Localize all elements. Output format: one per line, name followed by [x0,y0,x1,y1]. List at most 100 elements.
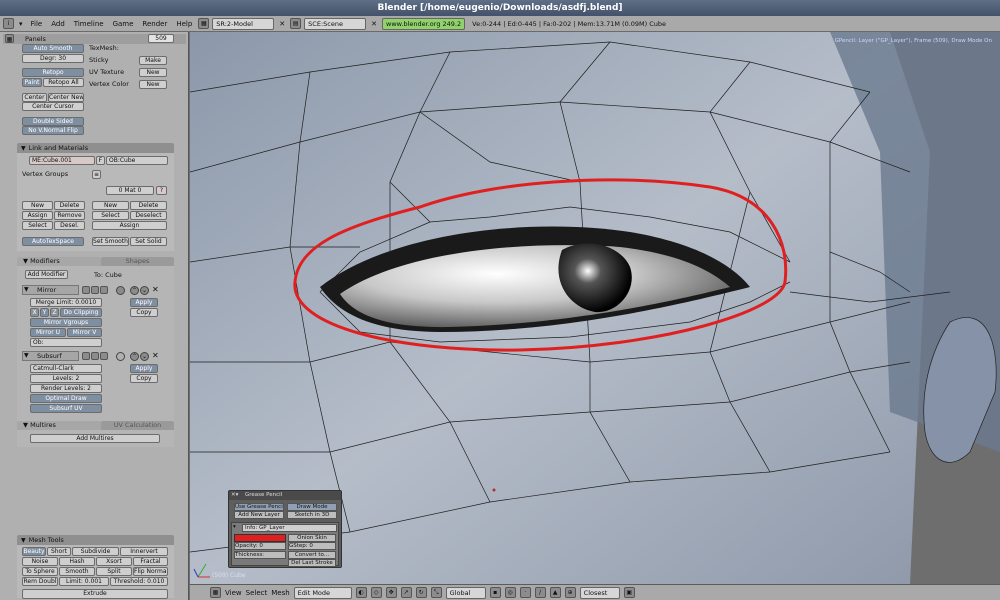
tab-multires[interactable]: ▼ Multires [17,421,101,430]
set-smooth-button[interactable]: Set Smooth [92,237,129,246]
subsurf-apply-button[interactable]: Apply [130,364,158,373]
info-icon[interactable]: i [3,18,14,29]
mirror-v-toggle[interactable]: Mirror V [67,328,102,337]
mesh-tools-header[interactable]: ▼ Mesh Tools [17,535,174,545]
screen-icon[interactable]: ▦ [198,18,210,29]
snap-icon[interactable]: ⊕ [564,587,576,598]
optimal-draw-toggle[interactable]: Optimal Draw [30,394,102,403]
link-materials-header[interactable]: ▼ Link and Materials [17,143,174,153]
menu-add[interactable]: Add [48,20,68,28]
editmode-toggle-icon[interactable] [100,352,108,360]
mirror-object-field[interactable]: Ob: [30,338,102,347]
render-toggle-icon[interactable] [82,352,90,360]
vgroup-select-button[interactable]: Select [22,221,53,230]
center-button[interactable]: Center [22,93,47,102]
grease-pencil-header[interactable]: ✕▾ Grease Pencil [229,491,341,500]
retopo-all-button[interactable]: Retopo All [43,78,84,87]
subsurf-modifier-name[interactable]: Subsurf [37,352,62,360]
tab-shapes[interactable]: Shapes [101,257,174,266]
render-toggle-icon[interactable] [82,286,90,294]
cage-toggle-icon[interactable] [116,286,125,295]
uv-texture-new-button[interactable]: New [139,68,167,77]
scene-icon[interactable]: ▤ [290,18,302,29]
move-down-icon[interactable]: ⌄ [140,286,149,295]
subsurf-copy-button[interactable]: Copy [130,374,158,383]
remove-modifier-icon[interactable]: ✕ [152,285,159,294]
thickness-slider[interactable]: Thickness: [234,551,286,559]
vertex-color-new-button[interactable]: New [139,80,167,89]
menu-timeline[interactable]: Timeline [71,20,107,28]
center-cursor-button[interactable]: Center Cursor [22,102,84,111]
tab-modifiers[interactable]: ▼ Modifiers [17,257,101,266]
collapse-triangle-icon[interactable]: ▼ [24,352,29,359]
menu-help[interactable]: Help [173,20,195,28]
noise-button[interactable]: Noise [22,557,58,566]
mirror-copy-button[interactable]: Copy [130,308,158,317]
retopo-button[interactable]: Retopo [22,68,84,77]
center-new-button[interactable]: Center New [48,93,84,102]
split-button[interactable]: Split [96,567,132,576]
merge-limit-field[interactable]: Merge Limit: 0.0010 [30,298,102,307]
layer-collapse-icon[interactable]: ▾ [233,524,236,530]
material-index-field[interactable]: 0 Mat 0 [106,186,154,195]
pivot-icon[interactable]: ◇ [370,587,382,598]
display-toggle-icon[interactable] [91,286,99,294]
add-new-layer-button[interactable]: Add New Layer [234,511,284,519]
menu-select[interactable]: Select [246,589,268,597]
material-select-button[interactable]: Select [92,211,129,220]
mesh-name-field[interactable]: ME:Cube.001 [29,156,95,165]
hash-button[interactable]: Hash [59,557,95,566]
material-help-button[interactable]: ? [156,186,167,195]
vertex-groups-menu-icon[interactable]: ≡ [92,170,101,179]
convert-to-button[interactable]: Convert to... [288,551,336,559]
layer-icon[interactable]: ▪ [489,587,501,598]
sticky-make-button[interactable]: Make [139,56,167,65]
use-grease-pencil-toggle[interactable]: Use Grease Pencil [234,503,284,511]
menu-mesh[interactable]: Mesh [271,589,289,597]
manipulator-icon[interactable]: ✥ [385,587,397,598]
onion-skin-toggle[interactable]: Onion Skin [288,534,336,542]
blender-url[interactable]: www.blender.org 249.2 [382,17,466,30]
mirror-apply-button[interactable]: Apply [130,298,158,307]
stroke-color-swatch[interactable] [234,534,286,542]
menu-render[interactable]: Render [139,20,170,28]
vertex-select-icon[interactable]: · [519,587,531,598]
short-toggle[interactable]: Short [47,547,71,556]
menu-file[interactable]: File [28,20,46,28]
collapse-triangle-icon[interactable]: ▼ [21,537,26,544]
xsort-button[interactable]: Xsort [96,557,132,566]
remove-modifier-icon[interactable]: ✕ [152,351,159,360]
tab-uv-calculation[interactable]: UV Calculation [101,421,174,430]
vgroup-desel-button[interactable]: Desel. [54,221,85,230]
vgroup-assign-button[interactable]: Assign [22,211,53,220]
levels-field[interactable]: Levels: 2 [30,374,102,383]
opacity-slider[interactable]: Opacity: 0 [234,542,286,550]
extrude-button[interactable]: Extrude [22,589,168,599]
render-levels-field[interactable]: Render Levels: 2 [30,384,102,393]
collapse-triangle-icon[interactable]: ▼ [21,145,26,152]
fractal-button[interactable]: Fractal [133,557,168,566]
object-name-field[interactable]: OB:Cube [106,156,168,165]
material-assign-button[interactable]: Assign [92,221,167,230]
mirror-modifier-header[interactable]: Mirror [22,285,79,295]
subsurf-uv-toggle[interactable]: Subsurf UV [30,404,102,413]
frame-field[interactable]: 509 [148,34,174,43]
screen-close-icon[interactable]: ✕ [277,20,287,28]
move-up-icon[interactable]: ⌃ [130,352,139,361]
edge-select-icon[interactable]: / [534,587,546,598]
buttons-window-icon[interactable]: ▦ [5,34,14,43]
menu-view[interactable]: View [225,589,242,597]
draw-type-icon[interactable]: ◐ [355,587,367,598]
add-multires-button[interactable]: Add Multires [30,434,160,443]
material-new-button[interactable]: New [92,201,129,210]
layer-info-field[interactable]: Info: GP_Layer [242,524,337,532]
do-clipping-toggle[interactable]: Do Clipping [60,308,102,317]
mode-select[interactable]: Edit Mode [293,586,352,599]
add-modifier-button[interactable]: Add Modifier [25,270,68,279]
scene-close-icon[interactable]: ✕ [369,20,379,28]
panels-label[interactable]: Panels [25,35,46,43]
autotexspace-button[interactable]: AutoTexSpace [22,237,84,246]
translate-icon[interactable]: ↗ [400,587,412,598]
material-deselect-button[interactable]: Deselect [130,211,167,220]
move-down-icon[interactable]: ⌄ [140,352,149,361]
